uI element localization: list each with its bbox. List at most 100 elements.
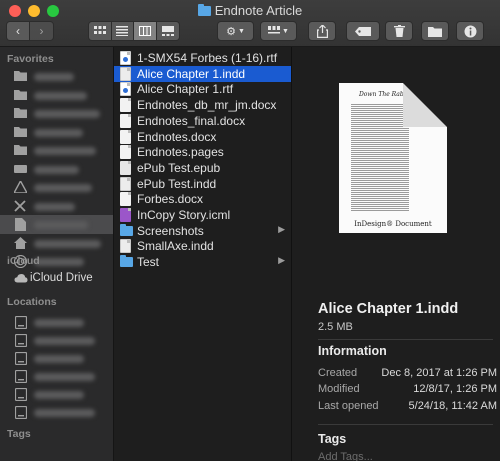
action-menu-button[interactable]: ⚙ ▼	[217, 21, 254, 41]
file-row[interactable]: Endnotes.pages	[114, 144, 291, 160]
get-info-button[interactable]	[456, 21, 484, 41]
list-icon	[116, 26, 129, 36]
folder-icon	[14, 70, 27, 82]
blurred-label	[34, 110, 100, 118]
folder-icon	[14, 144, 27, 156]
file-row[interactable]: Endnotes.docx	[114, 129, 291, 145]
forward-button[interactable]: ›	[30, 22, 53, 40]
delete-button[interactable]	[385, 21, 413, 41]
file-name: SmallAxe.indd	[137, 239, 214, 254]
new-folder-button[interactable]	[421, 21, 449, 41]
list-view-button[interactable]	[111, 22, 134, 40]
blurred-label	[34, 91, 87, 100]
blurred-label	[34, 147, 96, 155]
add-tags-field[interactable]: Add Tags...	[318, 451, 373, 461]
cloud-icon	[14, 274, 28, 283]
sidebar-item-label: iCloud Drive	[30, 272, 93, 284]
indesign-document-icon	[120, 66, 131, 81]
blurred-label	[34, 128, 83, 137]
disk-icon	[14, 387, 27, 402]
preview-file-size: 2.5 MB	[318, 321, 353, 333]
blurred-label	[34, 337, 95, 345]
file-row[interactable]: ePub Test.epub	[114, 160, 291, 176]
sidebar-item-location[interactable]	[0, 403, 113, 422]
back-button[interactable]: ‹	[7, 22, 31, 40]
file-name: Endnotes_db_mr_jm.docx	[137, 98, 277, 113]
indesign-document-icon	[120, 239, 131, 254]
view-mode-control	[88, 21, 180, 41]
group-by-button[interactable]: ▼	[260, 21, 297, 41]
sidebar-item-favorite[interactable]	[0, 123, 113, 142]
info-row-last-opened: Last opened 5/24/18, 11:42 AM	[318, 400, 497, 412]
gallery-icon	[161, 26, 174, 36]
sidebar-item-favorite[interactable]	[0, 67, 113, 86]
chevron-down-icon: ▼	[237, 27, 245, 35]
share-icon	[316, 24, 328, 38]
document-icon	[120, 145, 131, 160]
file-name: ePub Test.indd	[137, 176, 217, 191]
document-thumbnail: Down The Rabbit Hole InDesign® Document	[339, 83, 447, 233]
column-view-button[interactable]	[134, 22, 157, 40]
folder-plus-icon	[428, 26, 442, 37]
file-row[interactable]: Endnotes_db_mr_jm.docx	[114, 97, 291, 113]
locations-header: Locations	[7, 296, 57, 308]
file-column: 1-SMX54 Forbes (1-16).rtf Alice Chapter 1…	[114, 47, 292, 461]
sidebar-item-favorite[interactable]	[0, 160, 113, 179]
disk-icon	[14, 315, 27, 330]
group-icon	[268, 26, 281, 34]
apps-icon	[12, 179, 29, 194]
trash-icon	[393, 25, 405, 37]
document-icon	[14, 218, 27, 231]
disk-icon	[14, 351, 27, 366]
chevron-right-icon: ▶	[278, 255, 285, 266]
sidebar-item-location[interactable]	[0, 385, 113, 404]
thumbnail-footer: InDesign® Document	[354, 220, 432, 228]
gallery-view-button[interactable]	[156, 22, 179, 40]
folder-icon	[197, 4, 211, 16]
sidebar-item-location[interactable]	[0, 367, 113, 386]
sidebar-item-favorite[interactable]	[0, 141, 113, 160]
sidebar-item-favorite[interactable]	[0, 234, 113, 253]
folder-icon	[120, 255, 133, 268]
columns-icon	[138, 26, 151, 36]
file-row[interactable]: 1-SMX54 Forbes (1-16).rtf	[114, 50, 291, 66]
incopy-document-icon	[120, 208, 131, 222]
chevron-down-icon: ▼	[282, 27, 289, 35]
thumbnail-text-lines	[351, 103, 409, 211]
share-button[interactable]	[308, 21, 336, 41]
sidebar-item-location[interactable]	[0, 331, 113, 350]
file-row[interactable]: Alice Chapter 1.rtf	[114, 81, 291, 97]
file-name: Endnotes.docx	[137, 129, 217, 144]
folder-icon	[14, 107, 27, 119]
document-icon	[120, 98, 131, 113]
folder-icon	[120, 223, 133, 236]
folder-row[interactable]: Test ▶	[114, 254, 291, 270]
blurred-label	[34, 202, 75, 211]
folder-row[interactable]: Screenshots ▶	[114, 223, 291, 239]
blurred-label	[34, 221, 88, 229]
file-row[interactable]: Endnotes_final.docx	[114, 113, 291, 129]
sidebar-item-favorite[interactable]	[0, 178, 113, 197]
icon-view-button[interactable]	[89, 22, 112, 40]
sidebar-item-favorite[interactable]	[0, 104, 113, 123]
file-row[interactable]: SmallAxe.indd	[114, 238, 291, 254]
sidebar-item-favorite[interactable]	[0, 86, 113, 105]
preview-pane: Down The Rabbit Hole InDesign® Document …	[292, 47, 500, 461]
favorites-header: Favorites	[7, 53, 54, 65]
home-icon	[14, 236, 27, 249]
sidebar-item-location[interactable]	[0, 349, 113, 368]
blurred-label	[34, 373, 95, 381]
information-header: Information	[318, 344, 387, 358]
file-row[interactable]: InCopy Story.icml	[114, 207, 291, 223]
sidebar-item-favorite[interactable]	[0, 197, 113, 216]
file-row[interactable]: ePub Test.indd	[114, 176, 291, 192]
blurred-label	[34, 319, 84, 327]
sidebar-item-location[interactable]	[0, 313, 113, 332]
tags-button[interactable]	[346, 21, 380, 41]
file-row[interactable]: Forbes.docx	[114, 191, 291, 207]
file-row[interactable]: Alice Chapter 1.indd	[114, 65, 291, 82]
disk-icon	[14, 333, 27, 348]
sidebar-item-icloud-drive[interactable]: iCloud Drive	[0, 269, 113, 288]
sidebar-item-favorite[interactable]	[0, 215, 113, 234]
chevron-right-icon: ›	[39, 24, 44, 38]
